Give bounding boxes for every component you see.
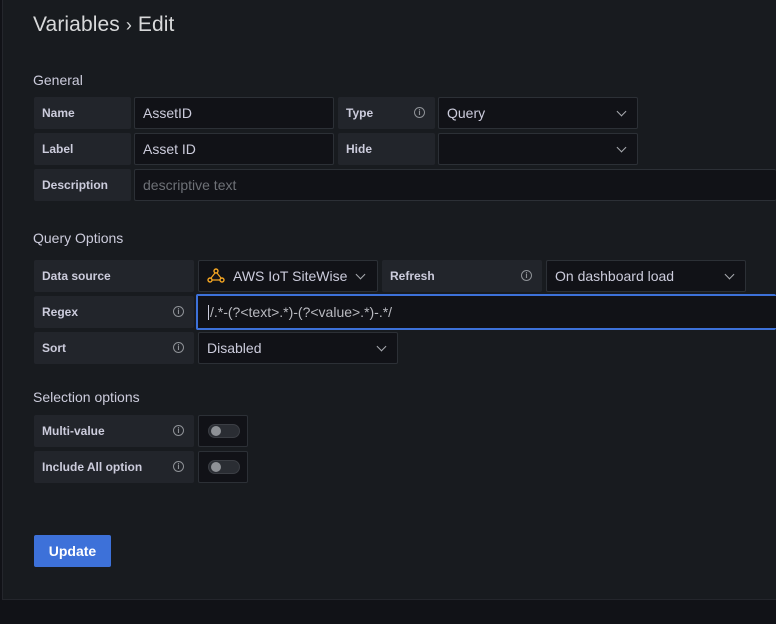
description-input[interactable]: descriptive text: [134, 169, 776, 201]
datasource-select[interactable]: AWS IoT SiteWise: [198, 260, 378, 292]
toggle-track: [208, 460, 240, 474]
label-input[interactable]: Asset ID: [134, 133, 334, 165]
info-icon[interactable]: i: [173, 342, 184, 353]
type-select-value: Query: [447, 105, 486, 121]
multi-value-toggle[interactable]: [198, 415, 248, 447]
include-all-toggle[interactable]: [198, 451, 248, 483]
multi-value-label-text: Multi-value: [42, 424, 105, 438]
chevron-down-icon: [724, 269, 735, 280]
datasource-value: AWS IoT SiteWise: [233, 268, 348, 284]
info-icon[interactable]: i: [414, 107, 425, 118]
type-label: Type i: [338, 97, 435, 129]
description-placeholder: descriptive text: [143, 177, 237, 193]
sort-label-text: Sort: [42, 341, 66, 355]
hide-select[interactable]: [438, 133, 638, 165]
chevron-down-icon: [616, 106, 627, 117]
regex-label: Regex i: [34, 296, 194, 328]
sort-value: Disabled: [207, 340, 262, 356]
query-options-heading: Query Options: [33, 230, 124, 246]
type-label-text: Type: [346, 106, 374, 120]
general-heading: General: [33, 72, 83, 88]
hide-label: Hide: [338, 133, 435, 165]
info-icon[interactable]: i: [173, 425, 184, 436]
page-title: Variables › Edit: [33, 13, 174, 37]
selection-options-heading: Selection options: [33, 389, 140, 405]
refresh-label: Refresh i: [382, 260, 542, 292]
name-input[interactable]: AssetID: [134, 97, 334, 129]
chevron-down-icon: [355, 269, 366, 280]
refresh-value: On dashboard load: [555, 268, 675, 284]
sort-select[interactable]: Disabled: [198, 332, 398, 364]
datasource-label: Data source: [34, 260, 194, 292]
breadcrumb-variables[interactable]: Variables: [33, 13, 120, 36]
toggle-track: [208, 424, 240, 438]
multi-value-label: Multi-value i: [34, 415, 194, 447]
type-select[interactable]: Query: [438, 97, 638, 129]
sitewise-icon: [207, 268, 225, 283]
name-label: Name: [34, 97, 131, 129]
breadcrumb-separator: ›: [125, 15, 132, 35]
info-icon[interactable]: i: [521, 270, 532, 281]
toggle-knob: [211, 426, 221, 436]
regex-label-text: Regex: [42, 305, 79, 319]
chevron-down-icon: [376, 341, 387, 352]
sort-label: Sort i: [34, 332, 194, 364]
include-all-label-text: Include All option: [42, 460, 143, 474]
label-label: Label: [34, 133, 131, 165]
refresh-label-text: Refresh: [390, 269, 435, 283]
info-icon[interactable]: i: [173, 461, 184, 472]
description-label: Description: [34, 169, 131, 201]
breadcrumb-edit: Edit: [137, 13, 175, 36]
refresh-select[interactable]: On dashboard load: [546, 260, 746, 292]
chevron-down-icon: [616, 142, 627, 153]
info-icon[interactable]: i: [173, 306, 184, 317]
regex-value: /.*-(?<text>.*)-(?<value>.*)-.*/: [210, 304, 393, 320]
toggle-knob: [211, 462, 221, 472]
include-all-label: Include All option i: [34, 451, 194, 483]
update-button[interactable]: Update: [34, 535, 111, 567]
regex-input[interactable]: /.*-(?<text>.*)-(?<value>.*)-.*/: [196, 294, 776, 330]
text-cursor: [208, 304, 209, 320]
